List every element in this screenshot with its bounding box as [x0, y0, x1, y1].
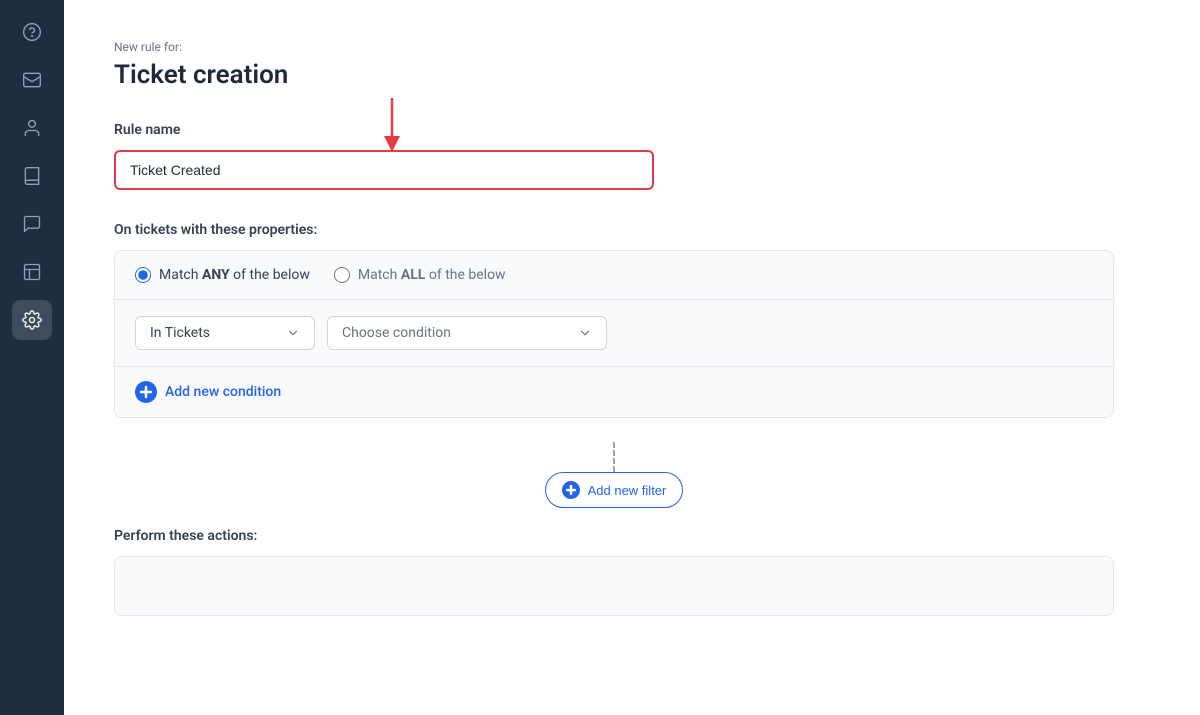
filter-card: Match ANY of the below Match ALL of the …: [114, 250, 1114, 418]
rule-name-input[interactable]: [114, 150, 654, 190]
sidebar-item-chat[interactable]: [12, 204, 52, 244]
choose-condition-label: Choose condition: [342, 325, 451, 341]
add-filter-plus-icon: [562, 481, 580, 499]
actions-section: Perform these actions:: [114, 528, 1150, 616]
add-condition-row[interactable]: Add new condition: [115, 367, 1113, 417]
add-filter-label: Add new filter: [588, 483, 667, 498]
sidebar-item-help[interactable]: [12, 12, 52, 52]
sidebar-item-book[interactable]: [12, 156, 52, 196]
actions-card: [114, 556, 1114, 616]
rule-name-section: Rule name: [114, 122, 1150, 222]
main-content: New rule for: Ticket creation Rule name …: [64, 0, 1200, 715]
properties-section: On tickets with these properties: Match …: [114, 222, 1150, 418]
add-new-filter-button[interactable]: Add new filter: [545, 472, 684, 508]
sidebar-item-inbox[interactable]: [12, 60, 52, 100]
match-row: Match ANY of the below Match ALL of the …: [115, 251, 1113, 300]
sidebar-item-settings[interactable]: [12, 300, 52, 340]
match-any-radio[interactable]: [135, 267, 151, 283]
in-tickets-label: In Tickets: [150, 325, 210, 341]
match-all-radio[interactable]: [334, 267, 350, 283]
breadcrumb: New rule for:: [114, 40, 1150, 54]
add-condition-icon: [135, 381, 157, 403]
chevron-down-icon-2: [578, 326, 592, 340]
condition-row: In Tickets Choose condition: [115, 300, 1113, 367]
match-any-label: Match ANY of the below: [159, 267, 310, 283]
perform-actions-label: Perform these actions:: [114, 528, 1150, 544]
sidebar: [0, 0, 64, 715]
match-all-label: Match ALL of the below: [358, 267, 506, 283]
in-tickets-dropdown[interactable]: In Tickets: [135, 316, 315, 350]
dashed-line: [613, 442, 615, 472]
match-any-option[interactable]: Match ANY of the below: [135, 267, 310, 283]
chevron-down-icon: [286, 326, 300, 340]
match-all-option[interactable]: Match ALL of the below: [334, 267, 506, 283]
sidebar-item-contacts[interactable]: [12, 108, 52, 148]
rule-name-label: Rule name: [114, 122, 1150, 138]
properties-label: On tickets with these properties:: [114, 222, 1150, 238]
choose-condition-dropdown[interactable]: Choose condition: [327, 316, 607, 350]
sidebar-item-reports[interactable]: [12, 252, 52, 292]
plus-icon-2: [566, 485, 576, 495]
plus-icon: [140, 386, 152, 398]
filter-connector: Add new filter: [114, 442, 1114, 508]
page-title: Ticket creation: [114, 60, 1150, 90]
add-condition-label[interactable]: Add new condition: [165, 384, 281, 400]
